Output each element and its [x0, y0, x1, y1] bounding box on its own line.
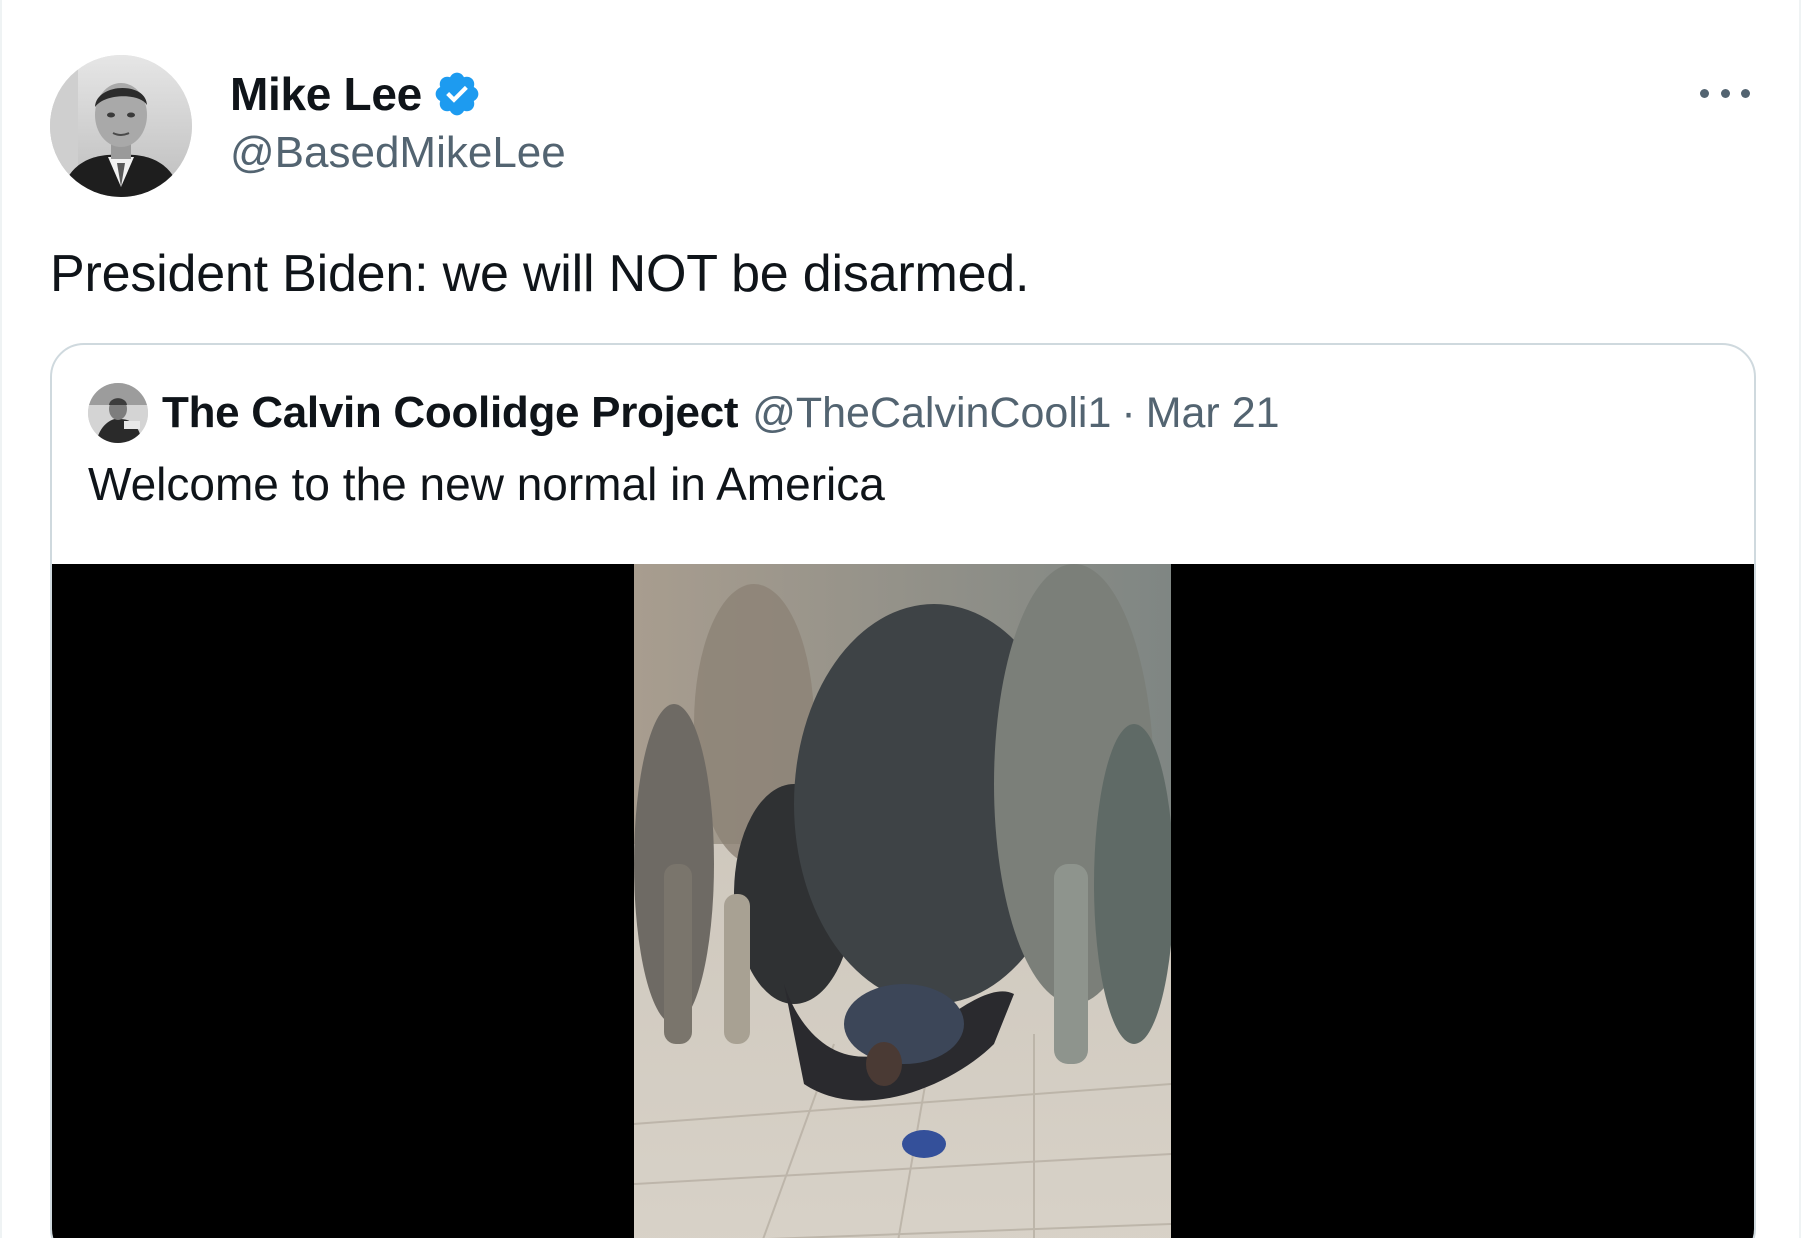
quoted-tweet-media[interactable]	[52, 564, 1754, 1238]
quoted-tweet-card[interactable]: The Calvin Coolidge Project @TheCalvinCo…	[50, 343, 1756, 1238]
more-dot	[1700, 88, 1709, 98]
tweet-page: Mike Lee @BasedMikeLee President Biden: …	[0, 0, 1806, 1238]
more-options-icon[interactable]	[1700, 76, 1750, 110]
quoted-author-name[interactable]: The Calvin Coolidge Project	[162, 388, 739, 438]
more-dot	[1741, 88, 1750, 98]
author-name[interactable]: Mike Lee	[230, 67, 422, 121]
author-handle[interactable]: @BasedMikeLee	[230, 128, 566, 178]
author-avatar-photo	[50, 55, 192, 197]
quoted-tweet-header: The Calvin Coolidge Project @TheCalvinCo…	[88, 381, 1280, 445]
quoted-author-handle[interactable]: @TheCalvinCooli1	[752, 389, 1111, 438]
timeline-right-border	[1799, 0, 1801, 1238]
more-dot	[1720, 88, 1730, 98]
header-separator: ·	[1121, 388, 1136, 437]
quoted-tweet-text: Welcome to the new normal in America	[88, 458, 885, 510]
tweet-text: President Biden: we will NOT be disarmed…	[50, 245, 1030, 303]
quoted-tweet-date[interactable]: Mar 21	[1146, 389, 1280, 438]
video-thumbnail[interactable]	[634, 564, 1171, 1238]
author-name-row[interactable]: Mike Lee	[230, 64, 482, 124]
verified-badge-icon[interactable]	[432, 69, 482, 119]
author-avatar[interactable]	[50, 55, 192, 197]
quoted-author-avatar[interactable]	[88, 383, 148, 443]
timeline-left-border	[0, 0, 2, 1238]
